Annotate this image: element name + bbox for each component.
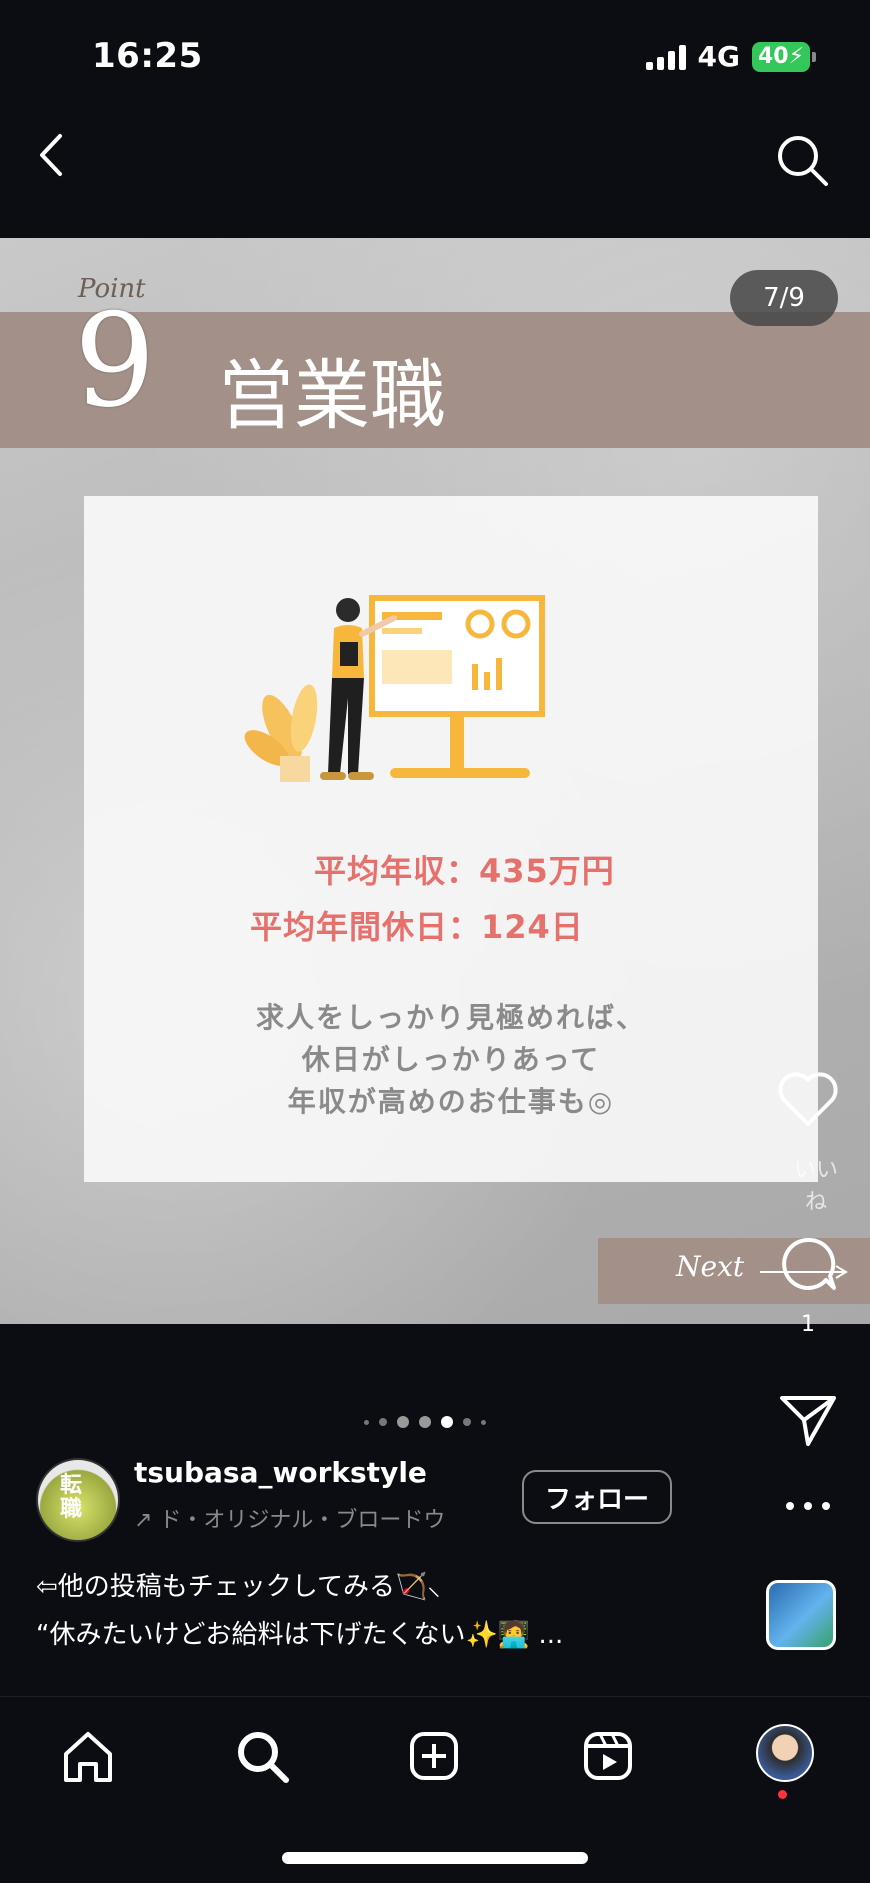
description-line: 求人をしっかり見極めれば、 bbox=[255, 1001, 646, 1034]
avatar-text: 転職 bbox=[60, 1473, 83, 1522]
page-indicator: 7/9 bbox=[730, 270, 838, 326]
follow-button[interactable]: フォロー bbox=[522, 1470, 672, 1524]
notification-dot bbox=[778, 1790, 787, 1799]
average-holidays: 平均年間休日：124日 bbox=[250, 908, 584, 946]
username[interactable]: tsubasa_workstyle bbox=[134, 1456, 427, 1489]
presentation-illustration bbox=[244, 595, 545, 782]
comment-icon[interactable] bbox=[776, 1234, 840, 1294]
profile-avatar[interactable] bbox=[756, 1724, 814, 1782]
back-icon[interactable] bbox=[32, 130, 72, 180]
status-indicators: 4G 40 ⚡ bbox=[645, 40, 816, 73]
audio-thumbnail[interactable] bbox=[766, 1580, 836, 1650]
caption-line[interactable]: ⇦他の投稿もチェックしてみる🏹⸜ bbox=[36, 1566, 440, 1603]
battery-icon: 40 ⚡ bbox=[752, 41, 816, 72]
description-line: 年収が高めのお仕事も◎ bbox=[287, 1085, 615, 1118]
heart-icon[interactable] bbox=[776, 1068, 840, 1130]
carousel-dots bbox=[364, 1416, 486, 1428]
like-label: いいね bbox=[793, 1158, 838, 1215]
send-icon[interactable] bbox=[776, 1392, 840, 1448]
average-salary: 平均年収：435万円 bbox=[314, 852, 615, 890]
search-icon[interactable] bbox=[774, 132, 830, 188]
network-type: 4G bbox=[697, 40, 740, 73]
next-label: Next bbox=[676, 1250, 745, 1283]
more-icon[interactable] bbox=[776, 1496, 840, 1516]
point-number: 9 bbox=[74, 287, 156, 436]
comment-count: 1 bbox=[801, 1312, 815, 1337]
slide-title: 営業職 bbox=[218, 351, 446, 440]
caption-line[interactable]: “休みたいけどお給料は下げたくない✨🧑‍💻 ... bbox=[36, 1614, 563, 1651]
home-icon[interactable] bbox=[58, 1726, 118, 1786]
audio-link[interactable]: ↗ ド・オリジナル・ブロードウ bbox=[134, 1502, 494, 1534]
reels-icon[interactable] bbox=[578, 1726, 638, 1786]
description-line: 休日がしっかりあって bbox=[301, 1043, 601, 1076]
status-time: 16:25 bbox=[92, 36, 203, 76]
home-indicator bbox=[282, 1852, 588, 1864]
post-slide[interactable]: Point 9 営業職 7/9 平均年収：435万円 平均年間休日：124日 求… bbox=[0, 238, 870, 1324]
create-icon[interactable] bbox=[404, 1726, 464, 1786]
signal-icon bbox=[645, 44, 686, 70]
search-tab-icon[interactable] bbox=[232, 1726, 292, 1786]
